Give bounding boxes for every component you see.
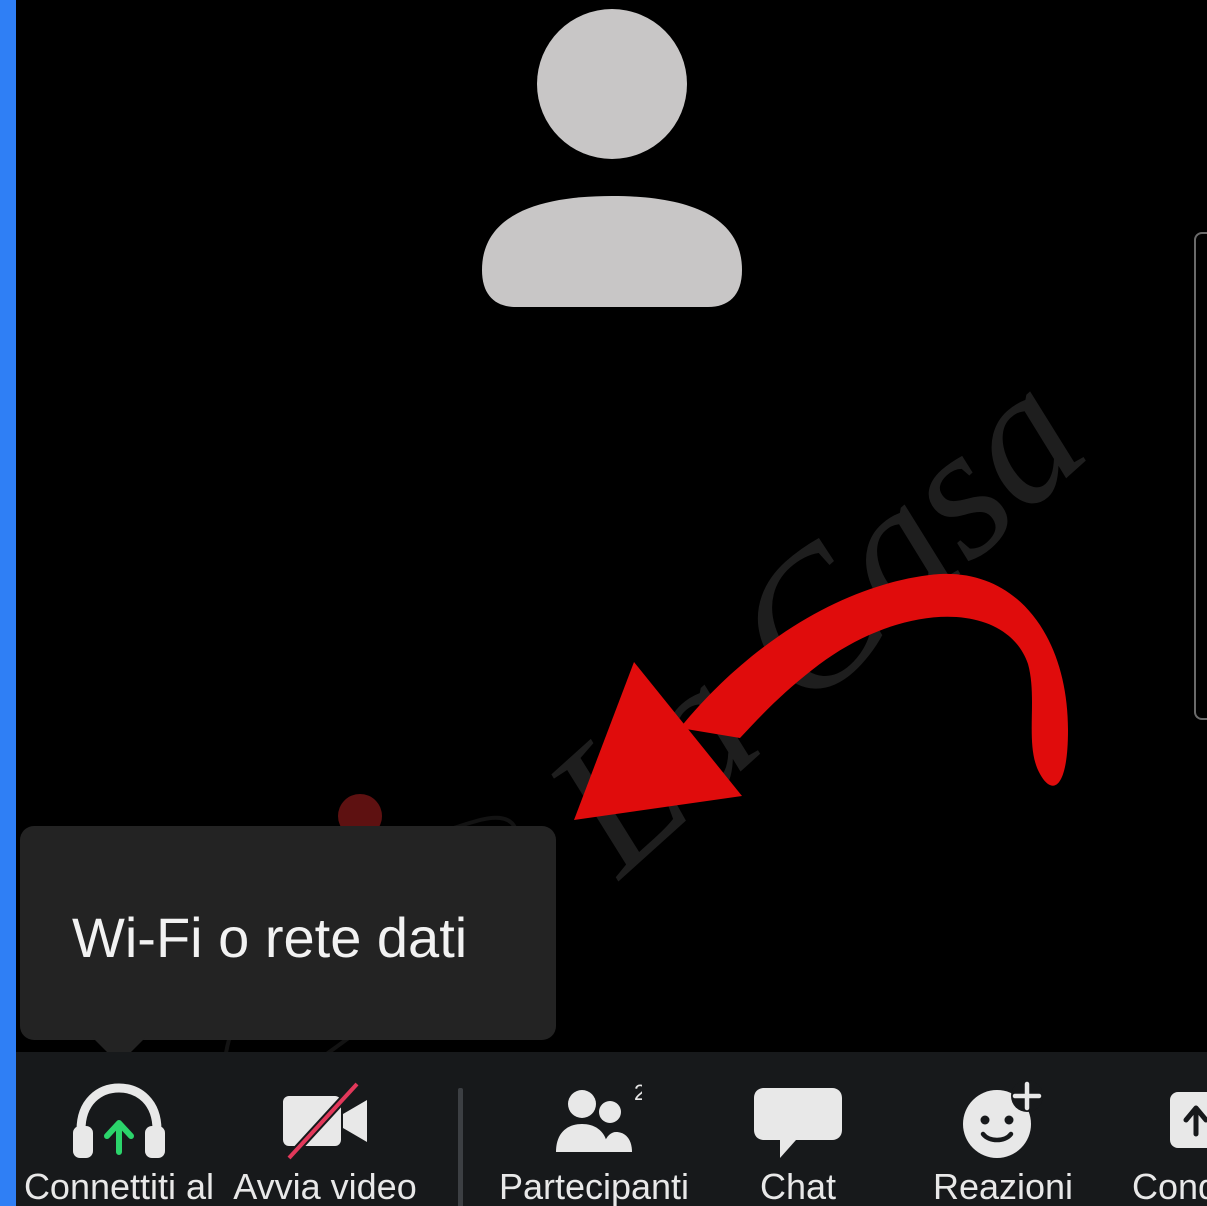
- participants-button[interactable]: 2 Partecipanti: [486, 1052, 702, 1206]
- meeting-screen: La Casa Wi-Fi o rete dati Connettiti al: [0, 0, 1207, 1206]
- left-accent-bar: [0, 0, 16, 1206]
- chat-bubble-icon: [754, 1088, 842, 1158]
- meeting-toolbar: Connettiti al Avvia video 2 Partecipanti: [16, 1052, 1207, 1206]
- headphones-upload-icon: [73, 1083, 165, 1158]
- participants-icon: 2: [556, 1080, 642, 1152]
- share-button[interactable]: Cond: [1126, 1052, 1207, 1206]
- start-video-button[interactable]: Avvia video: [222, 1052, 428, 1206]
- side-panel-edge: [1194, 232, 1207, 720]
- annotation-arrow-icon: [574, 573, 1068, 820]
- share-label: Cond: [1132, 1166, 1207, 1206]
- chat-button[interactable]: Chat: [708, 1052, 888, 1206]
- reaction-add-icon: [963, 1080, 1043, 1158]
- start-video-label: Avvia video: [233, 1166, 417, 1206]
- video-off-icon: [283, 1081, 367, 1160]
- toolbar-divider: [458, 1088, 463, 1206]
- participants-label: Partecipanti: [498, 1166, 690, 1206]
- reactions-label: Reazioni: [932, 1166, 1074, 1206]
- participant-avatar-icon: [482, 9, 742, 307]
- connect-audio-tooltip: Wi-Fi o rete dati: [20, 826, 556, 1040]
- tooltip-text: Wi-Fi o rete dati: [72, 906, 468, 969]
- connect-audio-button[interactable]: Connettiti al: [16, 1052, 222, 1206]
- connect-audio-label: Connettiti al: [23, 1166, 215, 1206]
- reactions-button[interactable]: Reazioni: [900, 1052, 1106, 1206]
- participants-count-badge: 2: [634, 1080, 642, 1105]
- share-icon: [1170, 1092, 1207, 1148]
- chat-label: Chat: [759, 1166, 837, 1206]
